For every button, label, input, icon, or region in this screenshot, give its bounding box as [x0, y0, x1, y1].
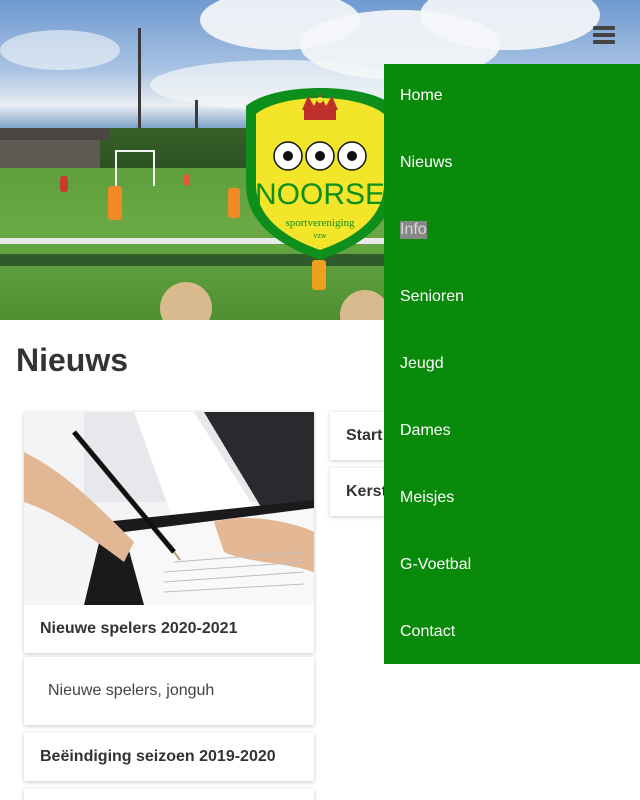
logo-subtext-vzw: vzw: [313, 231, 327, 240]
nav-item-label: Contact: [400, 623, 456, 640]
nav-item-label: Nieuws: [400, 154, 453, 171]
club-logo: NOORSE sportvereniging vzw: [246, 88, 394, 260]
nav-item-label: Jeugd: [400, 355, 444, 372]
menu-toggle-icon[interactable]: [588, 24, 620, 50]
menu-bar: [593, 40, 615, 44]
news-card-excerpt: Nieuwe spelers, jonguh: [48, 682, 215, 699]
news-card-image: [24, 412, 314, 605]
logo-subtext: sportvereniging: [285, 217, 355, 229]
nav-item-senioren[interactable]: Senioren: [384, 265, 640, 332]
nav-item-g-voetbal[interactable]: G-Voetbal: [384, 533, 640, 600]
page-title: Nieuws: [16, 342, 129, 378]
nav-item-label: Meisjes: [400, 489, 455, 506]
nav-item-label: Home: [400, 87, 443, 104]
nav-item-dames[interactable]: Dames: [384, 399, 640, 466]
news-card-title[interactable]: Nieuwe spelers 2020-2021: [24, 605, 314, 652]
logo-text: NOORSE: [255, 178, 385, 211]
nav-item-jeugd[interactable]: Jeugd: [384, 332, 640, 399]
menu-bar: [593, 26, 615, 30]
news-card-excerpt-box: Nieuwe spelers, jonguh: [24, 657, 314, 725]
nav-item-contact[interactable]: Contact: [384, 600, 640, 667]
nav-item-home[interactable]: Home: [384, 64, 640, 131]
nav-item-label: Dames: [400, 422, 451, 439]
nav-item-meisjes[interactable]: Meisjes: [384, 466, 640, 533]
nav-item-info[interactable]: Info: [384, 198, 640, 265]
news-card-title[interactable]: Beëindiging seizoen 2019-2020: [24, 733, 314, 780]
main-nav-menu: Home Nieuws Info Senioren Jeugd Dames Me…: [384, 64, 640, 664]
nav-item-label: G-Voetbal: [400, 556, 472, 573]
menu-bar: [593, 33, 615, 37]
nav-item-label: Info: [400, 221, 427, 239]
news-card[interactable]: Beëindiging seizoen 2019-2020: [24, 733, 314, 781]
news-card[interactable]: Nieuwe spelers 2020-2021: [24, 412, 314, 653]
nav-item-label: Senioren: [400, 288, 465, 305]
nav-item-nieuws[interactable]: Nieuws: [384, 131, 640, 198]
news-card[interactable]: [24, 789, 314, 800]
